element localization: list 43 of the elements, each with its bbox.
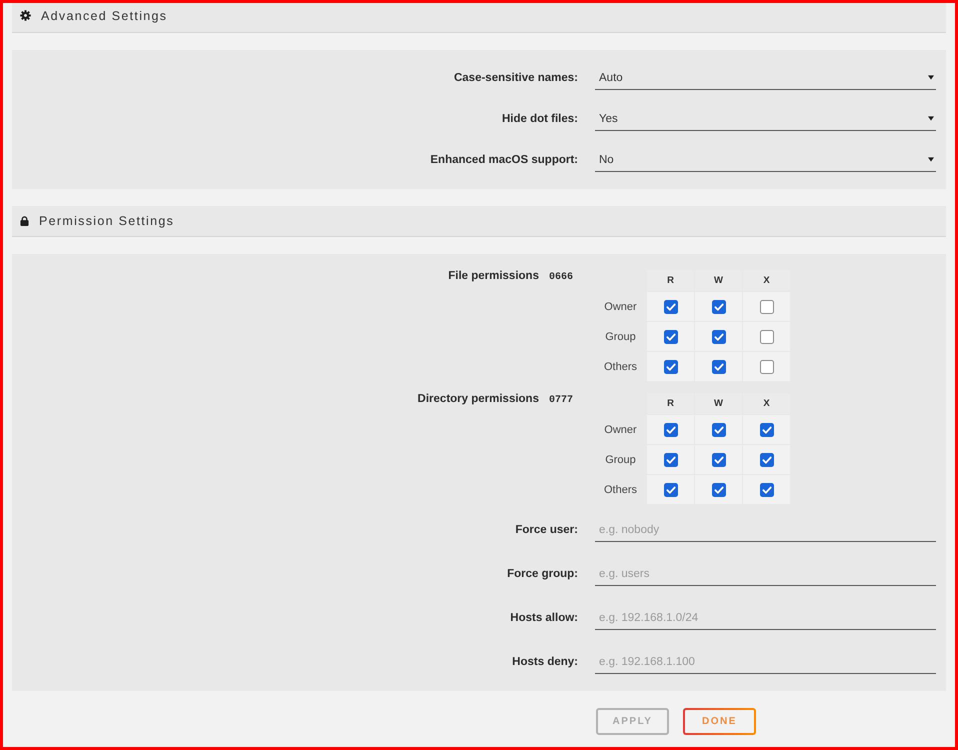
checkbox[interactable]: [712, 360, 726, 374]
checkbox[interactable]: [760, 300, 774, 314]
field-label: Hosts allow:: [509, 612, 578, 624]
checkbox[interactable]: [760, 482, 774, 496]
checkbox[interactable]: [760, 452, 774, 466]
checkbox[interactable]: [664, 452, 678, 466]
input-field[interactable]: e.g. 192.168.1.0/24: [595, 606, 936, 630]
caret-icon: [928, 75, 934, 80]
field-label: Hosts deny:: [511, 656, 578, 668]
caret-icon: [928, 157, 934, 162]
permission-mode: 0666: [548, 272, 573, 283]
checkbox[interactable]: [712, 422, 726, 436]
caret-icon: [928, 116, 934, 121]
permission-label: Directory permissions: [418, 393, 539, 405]
checkbox[interactable]: [712, 482, 726, 496]
field-label: Force group:: [506, 568, 578, 580]
section-title: Permission Settings: [39, 214, 174, 228]
select-field[interactable]: No: [595, 148, 936, 172]
checkbox[interactable]: [712, 452, 726, 466]
checkbox[interactable]: [712, 300, 726, 314]
checkbox[interactable]: [760, 330, 774, 344]
checkbox[interactable]: [664, 422, 678, 436]
checkbox[interactable]: [664, 330, 678, 344]
input-field[interactable]: e.g. 192.168.1.100: [595, 650, 936, 674]
lock-icon: [20, 216, 29, 226]
permission-label: File permissions: [448, 270, 539, 282]
input-field[interactable]: e.g. users: [595, 562, 936, 586]
section-title: Advanced Settings: [41, 8, 168, 22]
gear-icon: [20, 10, 31, 21]
checkbox[interactable]: [664, 360, 678, 374]
field-label: Force user:: [514, 524, 578, 536]
checkbox[interactable]: [712, 330, 726, 344]
permission-mode: 0777: [548, 395, 573, 406]
select-field[interactable]: Auto: [595, 66, 936, 90]
input-field[interactable]: e.g. nobody: [595, 518, 936, 542]
select-field[interactable]: Yes: [595, 107, 936, 131]
checkbox[interactable]: [760, 360, 774, 374]
checkbox[interactable]: [760, 422, 774, 436]
field-label: Enhanced macOS support:: [429, 154, 578, 166]
checkbox[interactable]: [664, 482, 678, 496]
checkbox[interactable]: [664, 300, 678, 314]
field-label: Case-sensitive names:: [452, 72, 578, 84]
field-label: Hide dot files:: [500, 113, 578, 125]
